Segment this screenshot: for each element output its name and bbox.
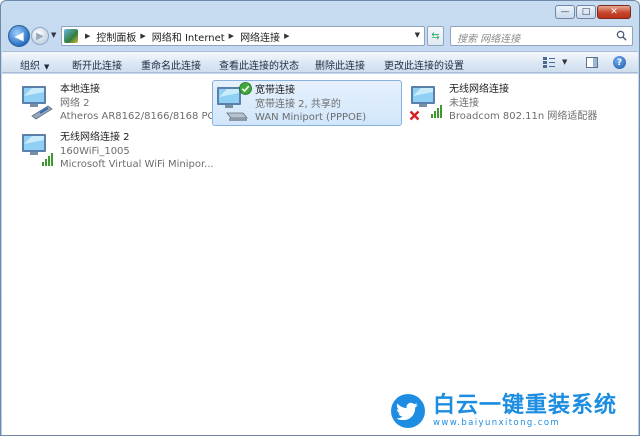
back-button[interactable]: ◀ xyxy=(8,25,30,47)
connection-item-wireless-2[interactable]: 无线网络连接 2 160WiFi_1005 Microsoft Virtual … xyxy=(18,128,214,174)
organize-menu[interactable]: 组织 ▼ xyxy=(20,57,49,72)
ethernet-icon xyxy=(22,86,53,120)
recent-pages-dropdown[interactable]: ▼ xyxy=(51,31,56,39)
minimize-button[interactable]: — xyxy=(555,5,575,19)
search-icon[interactable] xyxy=(616,30,627,41)
search-input[interactable]: 搜索 网络连接 xyxy=(450,26,633,46)
bird-logo-icon xyxy=(391,394,425,428)
disconnect-button[interactable]: 断开此连接 xyxy=(72,57,122,72)
change-settings-button[interactable]: 更改此连接的设置 xyxy=(384,57,464,72)
watermark-brand: 白云一键重装系统 xyxy=(433,392,618,418)
connection-name: 无线网络连接 2 xyxy=(60,132,130,143)
watermark: 白云一键重装系统 www.baiyunxitong.com xyxy=(391,389,637,433)
breadcrumb-control-panel[interactable]: 控制面板 xyxy=(96,29,136,44)
search-placeholder: 搜索 网络连接 xyxy=(457,34,521,45)
connection-device: Microsoft Virtual WiFi Minipor... xyxy=(60,159,214,170)
view-options-icon[interactable] xyxy=(542,56,556,69)
breadcrumb-network-connections[interactable]: 网络连接 xyxy=(240,29,280,44)
connections-list: 本地连接 网络 2 Atheros AR8162/8166/8168 PC...… xyxy=(2,74,638,435)
address-row: ◀ ▶ ▼ ▶ 控制面板 ▶ 网络和 Internet ▶ 网络连接 ▶ ▼ ⇆… xyxy=(1,21,639,51)
chevron-right-icon[interactable]: ▶ xyxy=(284,32,289,40)
connected-check-icon xyxy=(239,82,252,95)
command-bar: 组织 ▼ 断开此连接 重命名此连接 查看此连接的状态 删除此连接 更改此连接的设置… xyxy=(2,51,638,73)
chevron-right-icon[interactable]: ▶ xyxy=(140,32,145,40)
control-panel-icon xyxy=(64,29,78,43)
connection-name: 宽带连接 xyxy=(255,85,295,96)
view-dropdown[interactable]: ▼ xyxy=(562,58,567,66)
view-status-button[interactable]: 查看此连接的状态 xyxy=(219,57,299,72)
connection-device: Atheros AR8162/8166/8168 PC... xyxy=(60,111,225,122)
connection-item-broadband[interactable]: 宽带连接 宽带连接 2, 共享的 WAN Miniport (PPPOE) xyxy=(212,80,402,126)
disconnected-x-icon xyxy=(409,110,420,121)
connection-device: WAN Miniport (PPPOE) xyxy=(255,112,367,123)
maximize-button[interactable]: □ xyxy=(576,5,596,19)
preview-pane-icon[interactable] xyxy=(586,57,598,68)
address-dropdown[interactable]: ▼ xyxy=(415,31,420,39)
connection-status: 160WiFi_1005 xyxy=(60,145,130,157)
rename-button[interactable]: 重命名此连接 xyxy=(141,57,201,72)
breadcrumb-network-internet[interactable]: 网络和 Internet xyxy=(152,29,225,44)
connection-status: 宽带连接 2, 共享的 xyxy=(255,98,341,110)
connection-status: 未连接 xyxy=(449,97,479,109)
connection-device: Broadcom 802.11n 网络适配器 xyxy=(449,111,598,122)
connection-item-local[interactable]: 本地连接 网络 2 Atheros AR8162/8166/8168 PC... xyxy=(18,80,224,126)
connection-name: 无线网络连接 xyxy=(449,84,509,95)
help-icon[interactable]: ? xyxy=(613,56,626,69)
wireless-icon xyxy=(22,134,53,166)
explorer-window: — □ ✕ ◀ ▶ ▼ ▶ 控制面板 ▶ 网络和 Internet ▶ 网络连接… xyxy=(0,0,640,436)
chevron-right-icon[interactable]: ▶ xyxy=(229,32,234,40)
connection-item-wireless[interactable]: 无线网络连接 未连接 Broadcom 802.11n 网络适配器 xyxy=(407,80,607,126)
title-bar: — □ ✕ xyxy=(1,1,639,21)
connection-status: 网络 2 xyxy=(60,97,90,109)
delete-button[interactable]: 删除此连接 xyxy=(315,57,365,72)
connection-name: 本地连接 xyxy=(60,84,100,95)
address-bar[interactable]: ▶ 控制面板 ▶ 网络和 Internet ▶ 网络连接 ▶ ▼ xyxy=(61,26,425,46)
close-button[interactable]: ✕ xyxy=(597,5,631,19)
chevron-right-icon[interactable]: ▶ xyxy=(85,32,90,40)
watermark-url: www.baiyunxitong.com xyxy=(433,417,561,428)
forward-button[interactable]: ▶ xyxy=(31,27,49,45)
refresh-button[interactable]: ⇆ xyxy=(427,26,444,46)
